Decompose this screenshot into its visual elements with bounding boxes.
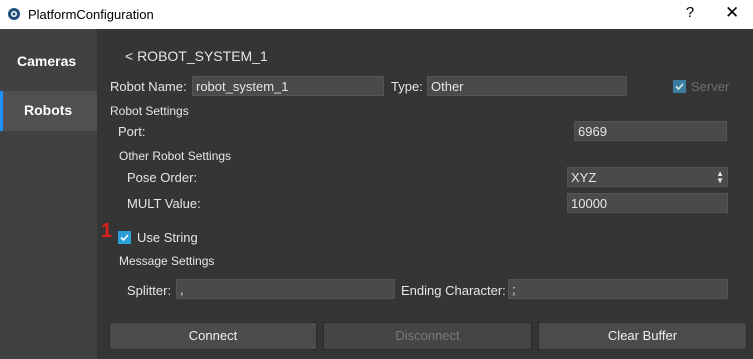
title-bar: PlatformConfiguration ? ✕ xyxy=(0,0,753,29)
window-title: PlatformConfiguration xyxy=(28,7,154,22)
app-logo-icon xyxy=(8,8,20,20)
sidebar-item-cameras[interactable]: Cameras xyxy=(0,38,97,86)
splitter-label: Splitter: xyxy=(127,283,172,298)
robot-name-field[interactable]: robot_system_1 xyxy=(192,76,384,96)
check-icon xyxy=(675,83,684,91)
pose-order-value: XYZ xyxy=(571,170,597,185)
connect-button[interactable]: Connect xyxy=(109,322,317,350)
ending-character-field[interactable]: ; xyxy=(508,279,728,299)
other-settings-title: Other Robot Settings xyxy=(119,149,232,163)
check-icon xyxy=(120,234,129,242)
use-string-checkbox[interactable] xyxy=(118,231,131,244)
selected-indicator xyxy=(0,91,3,131)
sidebar: Cameras Robots xyxy=(0,29,97,359)
port-label: Port: xyxy=(118,124,146,139)
robot-settings-title: Robot Settings xyxy=(110,104,189,118)
pose-order-select[interactable]: XYZ ▲ ▼ xyxy=(567,167,728,187)
mult-value-field[interactable]: 10000 xyxy=(567,193,728,213)
sidebar-item-label: Robots xyxy=(24,102,73,118)
disconnect-button[interactable]: Disconnect xyxy=(323,322,532,350)
pose-order-label: Pose Order: xyxy=(127,170,198,185)
sidebar-item-label: Cameras xyxy=(17,53,77,69)
ending-character-label: Ending Character: xyxy=(401,283,506,298)
mult-value-label: MULT Value: xyxy=(127,196,201,211)
select-arrows-icon: ▲ ▼ xyxy=(716,169,724,185)
message-settings-title: Message Settings xyxy=(119,254,215,268)
help-button[interactable]: ? xyxy=(684,4,696,21)
server-checkbox[interactable] xyxy=(673,80,686,93)
server-label: Server xyxy=(691,79,730,94)
clear-buffer-button[interactable]: Clear Buffer xyxy=(538,322,747,350)
robot-name-label: Robot Name: xyxy=(110,79,187,94)
close-button[interactable]: ✕ xyxy=(725,3,739,23)
use-string-label: Use String xyxy=(137,230,198,245)
type-label: Type: xyxy=(391,79,423,94)
splitter-field[interactable]: , xyxy=(176,279,395,299)
type-field[interactable]: Other xyxy=(427,76,627,96)
sidebar-item-robots[interactable]: Robots xyxy=(0,91,97,131)
port-field[interactable]: 6969 xyxy=(574,121,727,141)
back-link[interactable]: < ROBOT_SYSTEM_1 xyxy=(125,48,268,64)
annotation-marker-1: 1 xyxy=(101,220,113,242)
